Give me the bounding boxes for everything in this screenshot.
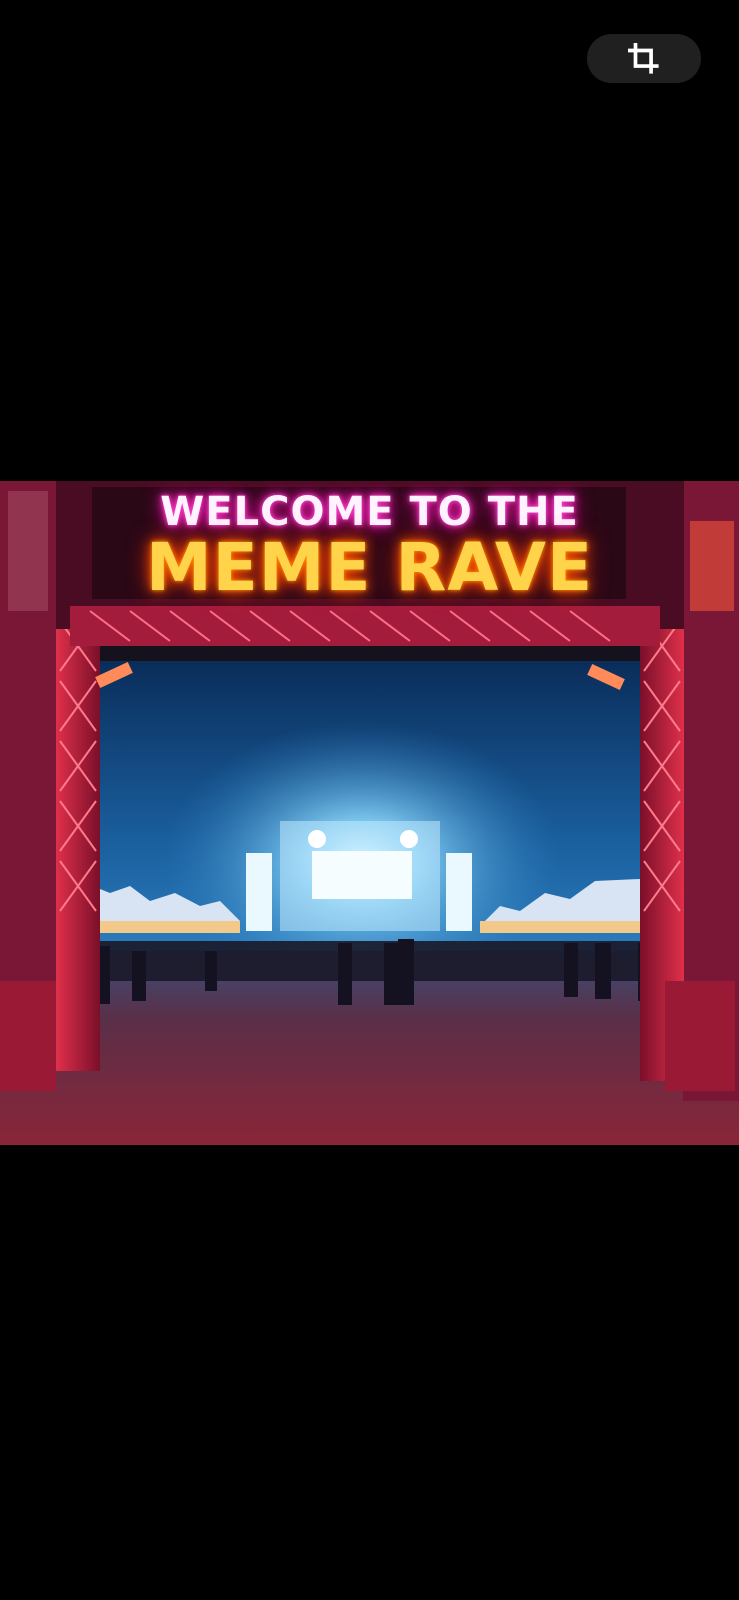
sign-line-meme-rave: MEME RAVE [145, 529, 594, 606]
crop-icon [627, 42, 659, 74]
rave-photo: WELCOME TO THE MEME RAVE [0, 481, 739, 1145]
crop-button[interactable] [587, 34, 701, 83]
